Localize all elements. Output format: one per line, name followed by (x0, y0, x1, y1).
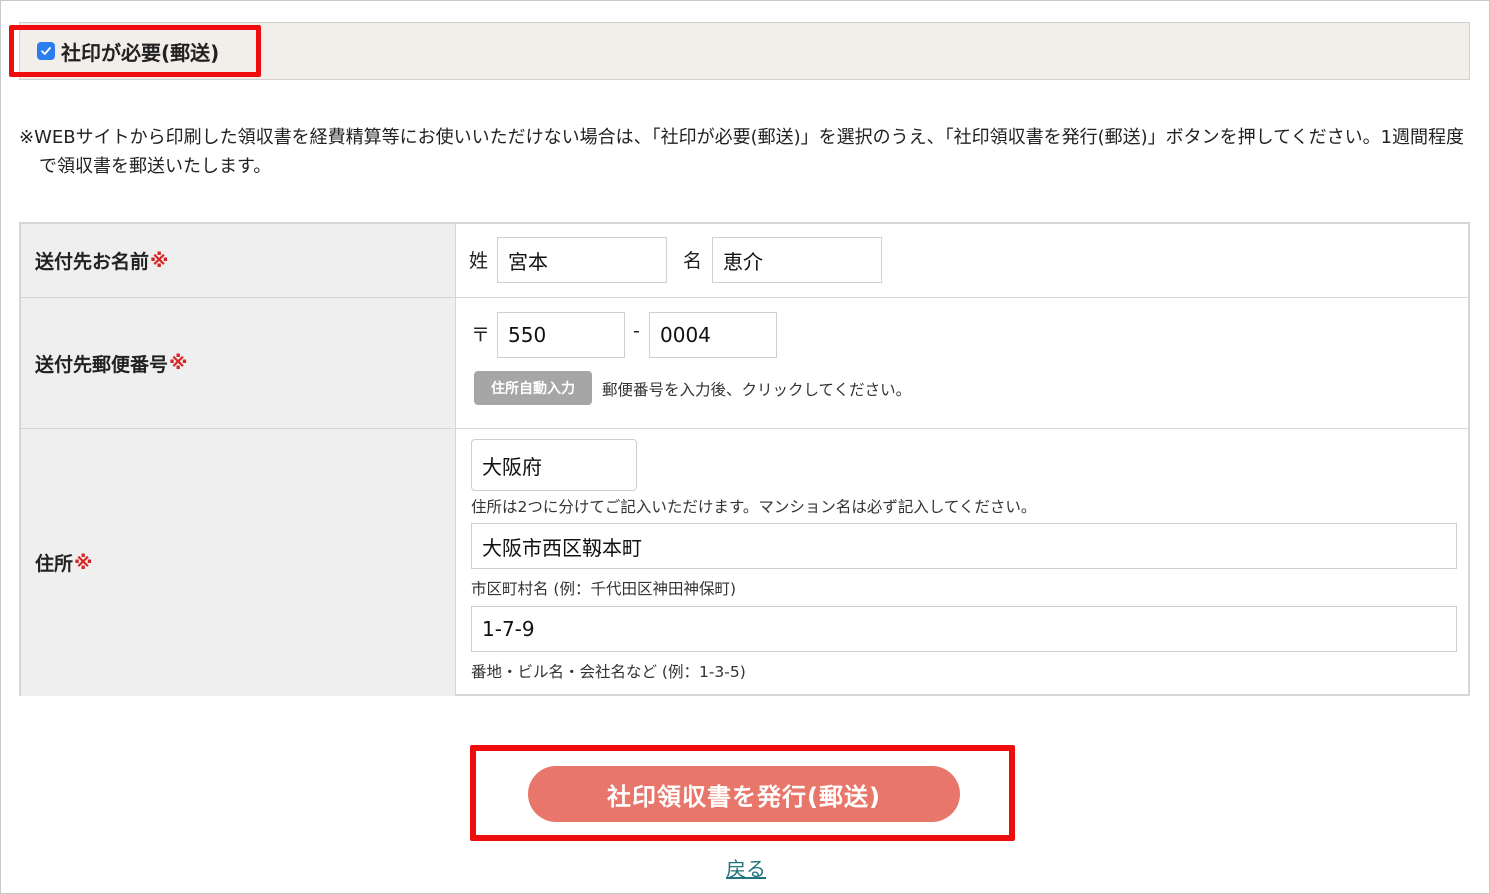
street-hint: 番地・ビル名・会社名など (例：1-3-5) (471, 663, 746, 681)
postal-label: 送付先郵便番号 (35, 353, 169, 376)
city-hint: 市区町村名 (例：千代田区神田神保町) (471, 580, 737, 598)
address-hint: 住所は2つに分けてご記入いただけます。マンション名は必ず記入してください。 (471, 498, 1037, 516)
required-mark: ※ (74, 551, 93, 574)
issue-stamped-receipt-button[interactable]: 社印領収書を発行(郵送) (528, 766, 960, 822)
address-label: 住所 (35, 553, 74, 575)
postal-code-part2-input[interactable]: 0004 (649, 312, 777, 358)
last-name-label: 姓 (469, 250, 489, 272)
street-input[interactable]: 1-7-9 (471, 606, 1457, 652)
name-row-body: 姓 宮本 名 恵介 (457, 224, 1468, 297)
postal-row-header: 送付先郵便番号 ※ (21, 298, 456, 428)
stamp-required-checkbox[interactable] (37, 42, 55, 60)
postal-mark: 〒 (471, 324, 491, 346)
postal-hint: 郵便番号を入力後、クリックしてください。 (602, 381, 912, 399)
first-name-label: 名 (683, 250, 703, 272)
postal-separator: - (633, 320, 640, 342)
address-row: 住所 ※ 大阪府 住所は2つに分けてご記入いただけます。マンション名は必ず記入して… (21, 429, 1468, 696)
city-input[interactable]: 大阪市西区靱本町 (471, 523, 1457, 569)
address-row-body: 大阪府 住所は2つに分けてご記入いただけます。マンション名は必ず記入してください… (457, 429, 1468, 696)
address-autofill-button[interactable]: 住所自動入力 (474, 371, 592, 405)
last-name-input[interactable]: 宮本 (497, 237, 667, 283)
shipping-form-table: 送付先お名前 ※ 姓 宮本 名 恵介 送付先郵便番号 ※ 〒 550 - 0004 … (19, 222, 1470, 696)
required-mark: ※ (169, 352, 188, 374)
back-link[interactable]: 戻る (1, 853, 1490, 882)
required-mark: ※ (150, 249, 169, 272)
first-name-input[interactable]: 恵介 (712, 237, 882, 283)
name-row: 送付先お名前 ※ 姓 宮本 名 恵介 (21, 224, 1468, 298)
stamp-required-label[interactable]: 社印が必要(郵送) (61, 37, 219, 66)
prefecture-select[interactable]: 大阪府 (471, 439, 637, 491)
notice-text: ※WEBサイトから印刷した領収書を経費精算等にお使いいただけない場合は、「社印が… (19, 127, 1465, 177)
postal-code-part1-input[interactable]: 550 (497, 312, 625, 358)
postal-row-body: 〒 550 - 0004 住所自動入力 郵便番号を入力後、クリックしてください。 (457, 298, 1468, 428)
address-row-header: 住所 ※ (21, 429, 456, 696)
postal-row: 送付先郵便番号 ※ 〒 550 - 0004 住所自動入力 郵便番号を入力後、クリ… (21, 298, 1468, 429)
name-row-header: 送付先お名前 ※ (21, 224, 456, 297)
check-icon (41, 47, 51, 55)
name-label: 送付先お名前 (35, 251, 150, 273)
